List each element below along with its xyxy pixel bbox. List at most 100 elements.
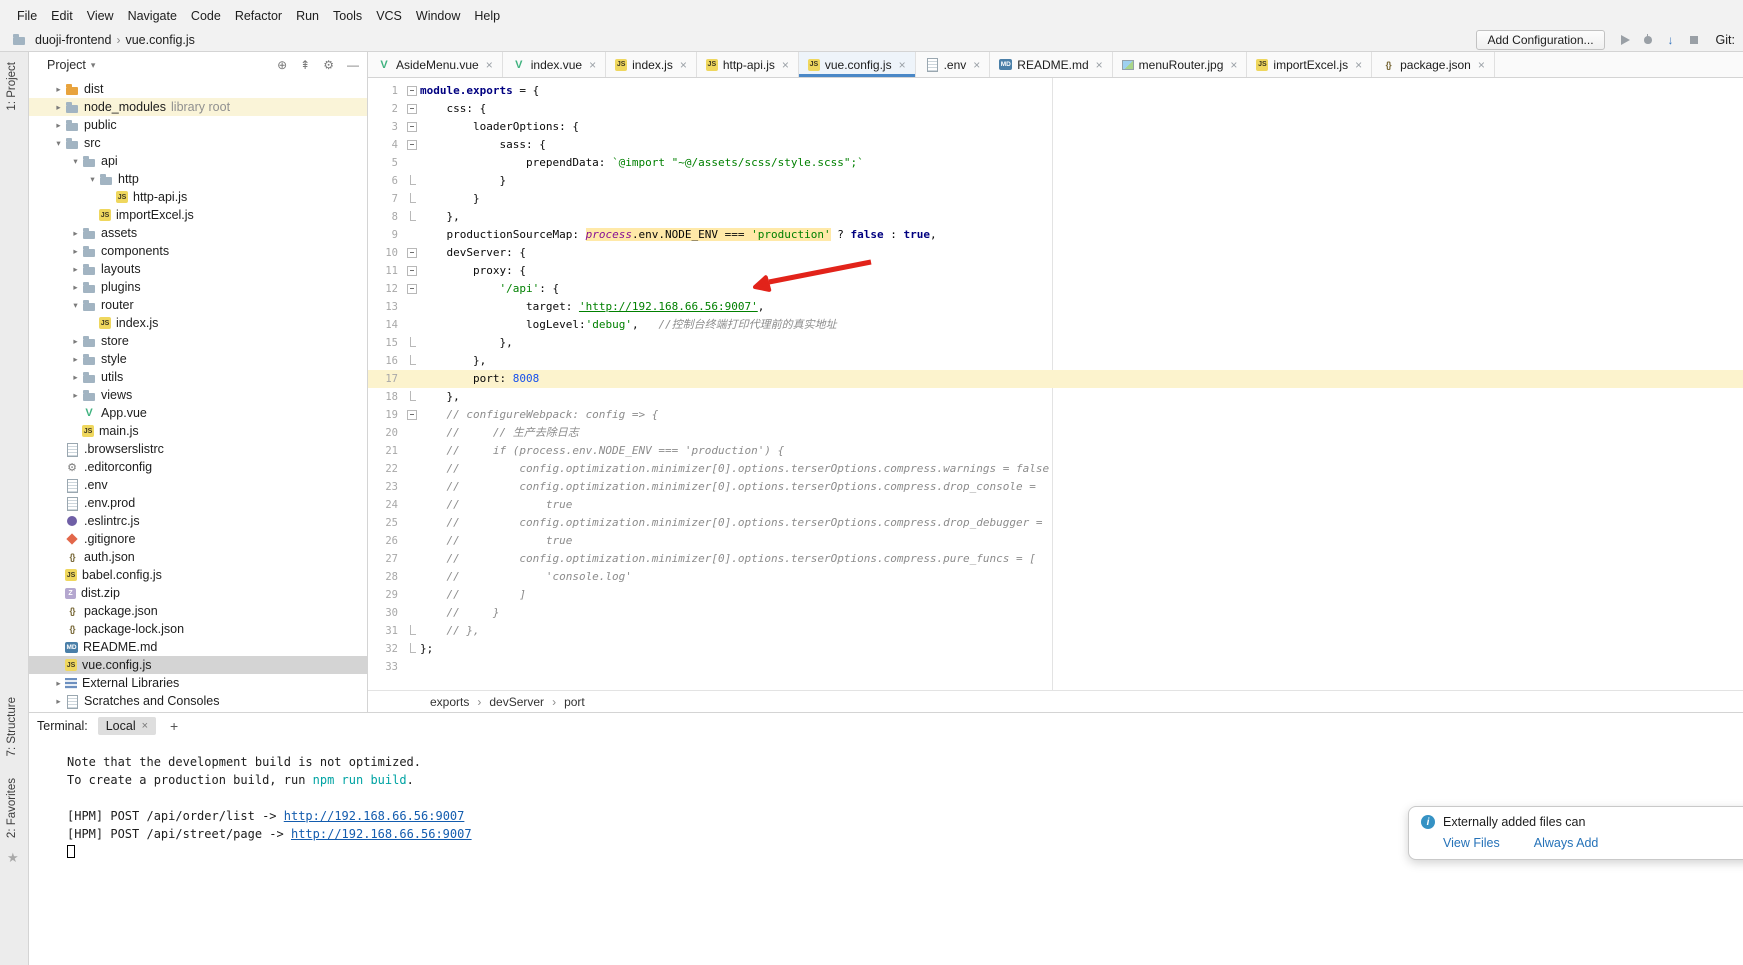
chevron-down-icon[interactable]: ▾ — [91, 60, 96, 71]
fold-marker-icon[interactable] — [404, 640, 420, 658]
tree-item-package-lock.json[interactable]: {}package-lock.json — [29, 620, 367, 638]
terminal-tab-close-icon[interactable]: × — [142, 720, 148, 732]
tab-close-icon[interactable]: × — [899, 58, 906, 72]
tree-item-.eslintrc.js[interactable]: .eslintrc.js — [29, 512, 367, 530]
code-line-1[interactable]: 1module.exports = { — [368, 82, 1743, 100]
chevron-closed-icon[interactable]: ▸ — [69, 228, 82, 239]
tab-package.json[interactable]: {}package.json× — [1372, 52, 1495, 77]
code-line-10[interactable]: 10 devServer: { — [368, 244, 1743, 262]
terminal-link[interactable]: http://192.168.66.56:9007 — [284, 809, 465, 823]
code-editor[interactable]: 1module.exports = {2 css: {3 loaderOptio… — [368, 78, 1743, 690]
add-configuration-button[interactable]: Add Configuration... — [1476, 30, 1604, 50]
tree-item-api[interactable]: ▾api — [29, 152, 367, 170]
debug-icon[interactable] — [1641, 33, 1655, 47]
code-line-13[interactable]: 13 target: 'http://192.168.66.56:9007', — [368, 298, 1743, 316]
code-line-4[interactable]: 4 sass: { — [368, 136, 1743, 154]
tab-close-icon[interactable]: × — [680, 58, 687, 72]
line-number[interactable]: 2 — [368, 100, 404, 118]
line-number[interactable]: 22 — [368, 460, 404, 478]
tree-item-dist[interactable]: ▸dist — [29, 80, 367, 98]
menu-code[interactable]: Code — [184, 6, 228, 26]
tree-item-auth.json[interactable]: {}auth.json — [29, 548, 367, 566]
line-number[interactable]: 1 — [368, 82, 404, 100]
tree-item-.env[interactable]: .env — [29, 476, 367, 494]
line-number[interactable]: 8 — [368, 208, 404, 226]
chevron-closed-icon[interactable]: ▸ — [69, 354, 82, 365]
fold-marker-icon[interactable] — [404, 280, 420, 298]
code-line-14[interactable]: 14 logLevel:'debug', //控制台终端打印代理前的真实地址 — [368, 316, 1743, 334]
code-line-17[interactable]: 17 port: 8008 — [368, 370, 1743, 388]
tree-item-Scratches and Consoles[interactable]: ▸Scratches and Consoles — [29, 692, 367, 710]
line-number[interactable]: 24 — [368, 496, 404, 514]
tree-item-.env.prod[interactable]: .env.prod — [29, 494, 367, 512]
chevron-closed-icon[interactable]: ▸ — [52, 102, 65, 113]
update-project-icon[interactable]: ↓ — [1664, 33, 1678, 47]
line-number[interactable]: 20 — [368, 424, 404, 442]
line-number[interactable]: 13 — [368, 298, 404, 316]
line-number[interactable]: 28 — [368, 568, 404, 586]
line-number[interactable]: 12 — [368, 280, 404, 298]
fold-marker-icon[interactable] — [404, 136, 420, 154]
fold-marker-icon[interactable] — [404, 172, 420, 190]
line-number[interactable]: 32 — [368, 640, 404, 658]
line-number[interactable]: 25 — [368, 514, 404, 532]
tool-window-structure-button[interactable]: 7: Structure — [6, 697, 18, 756]
tab-close-icon[interactable]: × — [782, 58, 789, 72]
line-number[interactable]: 11 — [368, 262, 404, 280]
line-number[interactable]: 29 — [368, 586, 404, 604]
tab-close-icon[interactable]: × — [1230, 58, 1237, 72]
chevron-closed-icon[interactable]: ▸ — [52, 696, 65, 707]
line-number[interactable]: 30 — [368, 604, 404, 622]
tree-item-store[interactable]: ▸store — [29, 332, 367, 350]
menu-navigate[interactable]: Navigate — [121, 6, 184, 26]
fold-marker-icon[interactable] — [404, 244, 420, 262]
tree-item-package.json[interactable]: {}package.json — [29, 602, 367, 620]
code-line-2[interactable]: 2 css: { — [368, 100, 1743, 118]
chevron-closed-icon[interactable]: ▸ — [52, 678, 65, 689]
favorites-star-icon[interactable]: ★ — [7, 850, 19, 866]
code-line-11[interactable]: 11 proxy: { — [368, 262, 1743, 280]
code-line-5[interactable]: 5 prependData: `@import "~@/assets/scss/… — [368, 154, 1743, 172]
menu-edit[interactable]: Edit — [44, 6, 80, 26]
code-line-27[interactable]: 27 // config.optimization.minimizer[0].o… — [368, 550, 1743, 568]
tree-item-dist.zip[interactable]: Zdist.zip — [29, 584, 367, 602]
line-number[interactable]: 3 — [368, 118, 404, 136]
chevron-closed-icon[interactable]: ▸ — [52, 120, 65, 131]
tab-close-icon[interactable]: × — [1355, 58, 1362, 72]
line-number[interactable]: 5 — [368, 154, 404, 172]
fold-marker-icon[interactable] — [404, 352, 420, 370]
tree-item-layouts[interactable]: ▸layouts — [29, 260, 367, 278]
chevron-closed-icon[interactable]: ▸ — [69, 372, 82, 383]
tree-item-vue.config.js[interactable]: JSvue.config.js — [29, 656, 367, 674]
code-line-23[interactable]: 23 // config.optimization.minimizer[0].o… — [368, 478, 1743, 496]
line-number[interactable]: 23 — [368, 478, 404, 496]
tree-item-importExcel.js[interactable]: JSimportExcel.js — [29, 206, 367, 224]
code-line-3[interactable]: 3 loaderOptions: { — [368, 118, 1743, 136]
code-line-29[interactable]: 29 // ] — [368, 586, 1743, 604]
view-files-link[interactable]: View Files — [1443, 836, 1500, 850]
tab-close-icon[interactable]: × — [1478, 58, 1485, 72]
code-line-19[interactable]: 19 // configureWebpack: config => { — [368, 406, 1743, 424]
code-line-32[interactable]: 32}; — [368, 640, 1743, 658]
code-line-24[interactable]: 24 // true — [368, 496, 1743, 514]
tab-index.js[interactable]: JSindex.js× — [606, 52, 697, 77]
project-panel-title[interactable]: Project — [47, 58, 86, 72]
line-number[interactable]: 4 — [368, 136, 404, 154]
git-label[interactable]: Git: — [1716, 33, 1735, 47]
chevron-closed-icon[interactable]: ▸ — [69, 390, 82, 401]
fold-marker-icon[interactable] — [404, 388, 420, 406]
line-number[interactable]: 14 — [368, 316, 404, 334]
code-line-33[interactable]: 33 — [368, 658, 1743, 676]
code-line-26[interactable]: 26 // true — [368, 532, 1743, 550]
chevron-closed-icon[interactable]: ▸ — [69, 246, 82, 257]
menu-window[interactable]: Window — [409, 6, 467, 26]
new-terminal-icon[interactable]: + — [166, 718, 182, 734]
tree-item-.browserslistrc[interactable]: .browserslistrc — [29, 440, 367, 458]
tab-close-icon[interactable]: × — [486, 58, 493, 72]
toolbar-project-name[interactable]: duoji-frontend — [31, 32, 115, 48]
run-icon[interactable] — [1618, 33, 1632, 47]
menu-refactor[interactable]: Refactor — [228, 6, 289, 26]
tab-.env[interactable]: .env× — [916, 52, 991, 77]
tree-item-README.md[interactable]: MDREADME.md — [29, 638, 367, 656]
chevron-closed-icon[interactable]: ▸ — [52, 84, 65, 95]
